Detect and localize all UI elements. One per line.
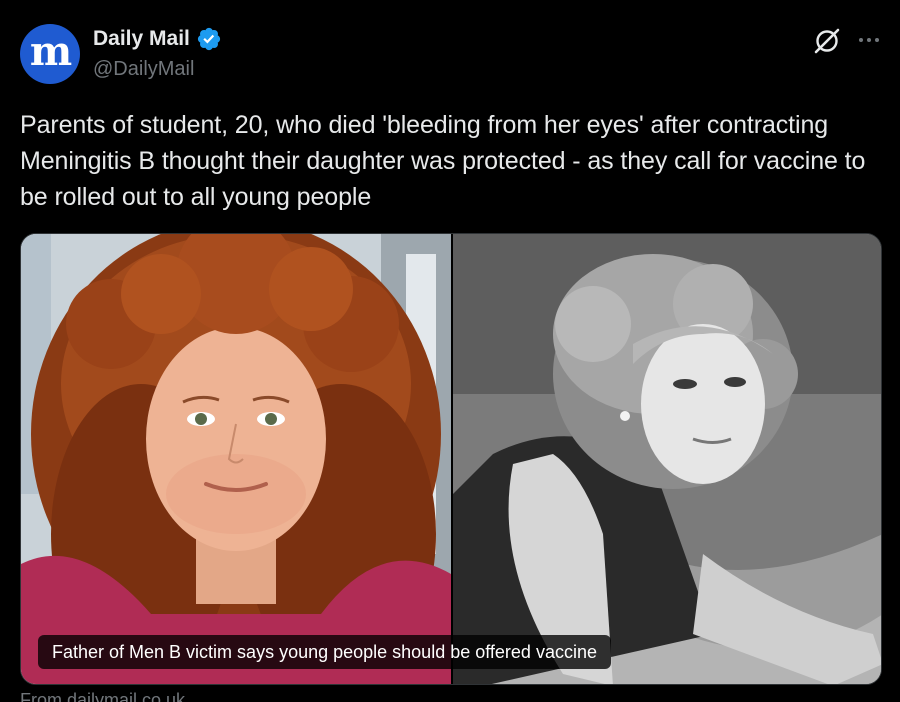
tweet-text: Parents of student, 20, who died 'bleedi… [20,111,866,211]
photo-right [453,234,881,684]
more-options-icon[interactable] [856,28,882,52]
daily-mail-logo: m [29,28,72,75]
link-card[interactable]: Father of Men B victim says young people… [20,233,882,685]
author-handle[interactable]: @DailyMail [93,58,194,81]
author-name-row: Daily Mail [93,26,222,52]
portrait-bw-image [453,234,881,684]
grok-icon[interactable] [812,26,842,56]
card-source-link[interactable]: From dailymail.co.uk [20,690,185,702]
card-caption: Father of Men B victim says young people… [38,635,611,669]
photo-left [21,234,451,684]
portrait-color-image [21,234,451,684]
author-display-name[interactable]: Daily Mail [93,27,190,51]
tweet[interactable]: m Daily Mail @DailyMail Parents of stude… [0,0,900,702]
avatar[interactable]: m [20,24,80,84]
verified-badge-icon [197,27,220,51]
